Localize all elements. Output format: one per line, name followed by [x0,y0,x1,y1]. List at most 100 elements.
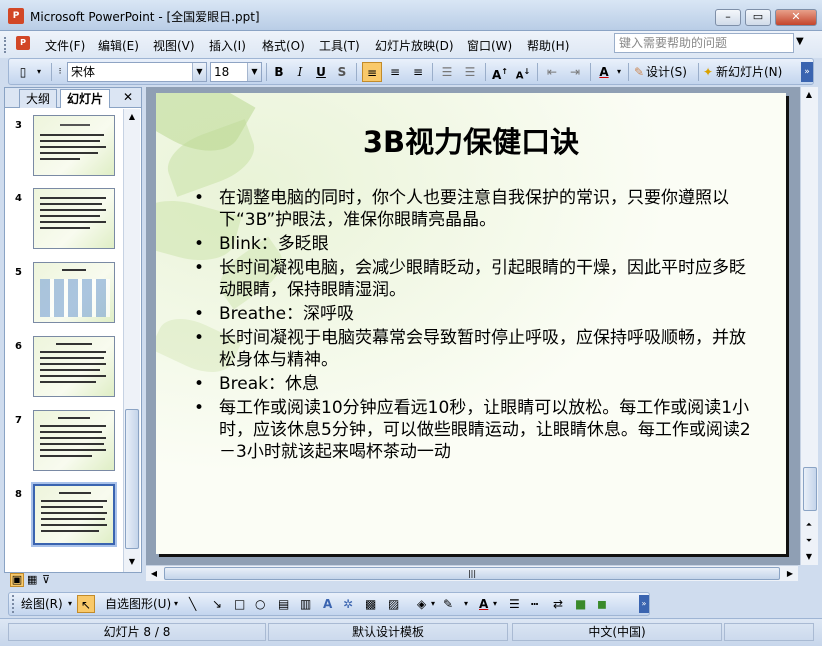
font-size-select[interactable]: 18 ▼ [210,62,262,82]
scroll-down-icon[interactable]: ▼ [801,549,817,565]
slide-title[interactable]: 3B视力保健口诀 [156,119,786,161]
align-right-icon[interactable]: ≡ [408,62,428,82]
status-slide-info: 幻灯片 8 / 8 [8,623,266,641]
slide-thumbnail-8[interactable] [31,482,117,547]
toolbar-grip-icon[interactable] [12,595,18,613]
underline-button[interactable]: U [312,62,330,82]
scroll-thumb[interactable] [125,409,139,549]
chevron-down-icon[interactable]: ▾ [493,595,497,613]
design-button[interactable]: 设计(S) [646,62,696,82]
chevron-down-icon[interactable]: ▾ [174,595,178,613]
slide-thumbnail-5[interactable] [33,262,115,323]
chevron-down-icon[interactable]: ▾ [431,595,435,613]
status-bar: 幻灯片 8 / 8 默认设计模板 中文(中国) [0,618,822,646]
powerpoint-icon[interactable]: P [8,8,24,24]
oval-icon[interactable]: ○ [255,595,265,613]
align-center-icon[interactable]: ≡ [385,62,405,82]
scroll-right-icon[interactable]: ▶ [782,566,798,582]
slide-canvas[interactable]: 3B视力保健口诀 在调整电脑的同时，你个人也要注意自我保护的常识，只要你遵照以下… [156,93,786,554]
select-pointer-icon[interactable]: ↖ [77,595,95,613]
fill-color-icon[interactable]: ◈ [417,595,426,613]
chevron-down-icon[interactable]: ▾ [614,62,624,82]
line-style-icon[interactable]: ☰ [509,595,520,613]
bold-button[interactable]: B [270,62,288,82]
new-document-icon[interactable]: ▯ [15,62,31,82]
arrow-style-icon[interactable]: ⇄ [553,595,563,613]
clipart-icon[interactable]: ▩ [365,595,376,613]
chevron-down-icon[interactable]: ▼ [247,63,261,81]
rectangle-icon[interactable]: □ [234,595,245,613]
tab-slides[interactable]: 幻灯片 [60,89,111,108]
shadow-style-icon[interactable]: ■ [575,595,586,613]
scroll-up-icon[interactable]: ▲ [801,87,817,103]
horizontal-scrollbar[interactable]: ◀ ||| ▶ [146,565,798,581]
scroll-up-icon[interactable]: ▲ [124,109,140,125]
tab-outline[interactable]: 大纲 [19,89,58,108]
textbox-icon[interactable]: ▤ [278,595,289,613]
scroll-down-icon[interactable]: ▼ [124,554,140,570]
previous-slide-icon[interactable]: ⏶ [801,517,817,533]
chevron-down-icon[interactable]: ▼ [796,36,804,47]
toolbar-grip-icon[interactable] [4,37,7,53]
slide-sorter-icon[interactable]: ▦ [27,573,37,586]
document-icon[interactable]: P [16,36,30,50]
menu-tools[interactable]: 工具(T) [319,37,360,54]
arrow-icon[interactable]: ↘ [212,595,222,613]
chevron-down-icon[interactable]: ▾ [68,595,72,613]
line-color-icon[interactable]: ✎ [443,595,453,613]
menu-help[interactable]: 帮助(H) [527,37,569,54]
scroll-thumb[interactable]: ||| [164,567,780,580]
slide-thumbnail-4[interactable] [33,188,115,249]
font-color-button[interactable]: A [595,62,613,82]
decrease-font-icon[interactable]: A↓ [513,62,533,82]
scroll-thumb[interactable] [803,467,817,511]
next-slide-icon[interactable]: ⏷ [801,533,817,549]
slide-thumbnail-3[interactable] [33,115,115,176]
draw-menu-button[interactable]: 绘图(R) [21,595,63,613]
numbered-list-icon[interactable]: ☰ [437,62,457,82]
slide-thumbnail-6[interactable] [33,336,115,397]
scroll-left-icon[interactable]: ◀ [146,566,162,582]
menu-slideshow[interactable]: 幻灯片放映(D) [375,37,454,54]
wordart-icon[interactable]: A [323,595,332,613]
toolbar-options-icon[interactable]: » [639,595,649,613]
3d-style-icon[interactable]: ◼ [597,595,607,613]
increase-font-icon[interactable]: A↑ [490,62,510,82]
slide-thumbnail-7[interactable] [33,410,115,471]
menu-view[interactable]: 视图(V) [153,37,195,54]
toolbar-options-icon[interactable]: » [801,62,813,82]
maximize-button[interactable]: ▭ [745,9,771,26]
thumbnail-scrollbar[interactable]: ▲ ▼ [123,109,140,572]
dash-style-icon[interactable]: ┅ [531,595,538,613]
chevron-down-icon[interactable]: ▾ [33,62,45,82]
slideshow-icon[interactable]: ⊽ [42,573,50,586]
shadow-button[interactable]: S [333,62,351,82]
menu-window[interactable]: 窗口(W) [467,37,512,54]
help-search-input[interactable]: 键入需要帮助的问题 [614,33,794,53]
align-left-icon[interactable]: ≡ [362,62,382,82]
menu-insert[interactable]: 插入(I) [209,37,246,54]
bullet-list-icon[interactable]: ☰ [460,62,480,82]
new-slide-button[interactable]: 新幻灯片(N) [716,62,796,82]
menu-file[interactable]: 文件(F) [45,37,85,54]
slide-body[interactable]: 在调整电脑的同时，你个人也要注意自我保护的常识，只要你遵照以下“3B”护眼法，准… [192,187,752,465]
autoshapes-button[interactable]: 自选图形(U) [105,595,171,613]
line-icon[interactable]: ╲ [189,595,196,613]
minimize-button[interactable]: – [715,9,741,26]
picture-icon[interactable]: ▨ [388,595,399,613]
font-name-select[interactable]: 宋体 ▼ [67,62,207,82]
increase-indent-icon[interactable]: ⇥ [565,62,585,82]
menu-edit[interactable]: 编辑(E) [98,37,139,54]
decrease-indent-icon[interactable]: ⇤ [542,62,562,82]
diagram-icon[interactable]: ✲ [343,595,353,613]
italic-button[interactable]: I [291,62,309,82]
chevron-down-icon[interactable]: ▾ [464,595,468,613]
normal-view-icon[interactable]: ▣ [10,573,24,587]
editor-scrollbar[interactable]: ▲ ⏶ ⏷ ▼ [800,87,818,565]
close-icon[interactable]: ✕ [123,90,133,104]
font-color-icon[interactable]: A [479,595,488,613]
menu-format[interactable]: 格式(O) [262,37,305,54]
vertical-textbox-icon[interactable]: ▥ [300,595,311,613]
close-button[interactable]: ✕ [775,9,817,26]
chevron-down-icon[interactable]: ▼ [192,63,206,81]
